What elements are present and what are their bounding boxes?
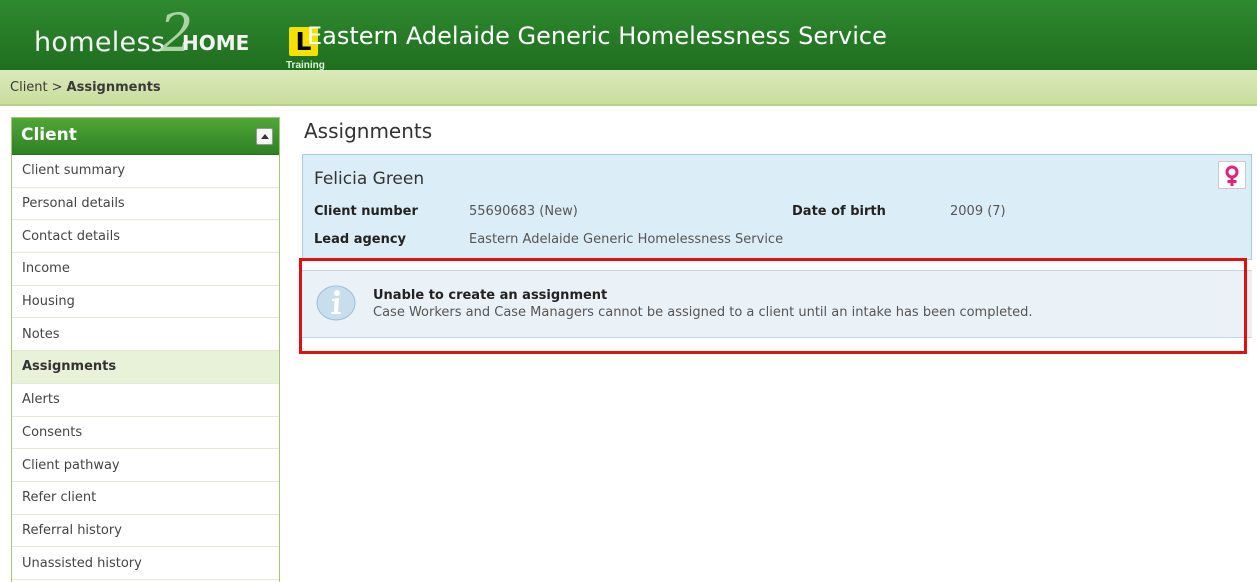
lead-agency-value: Eastern Adelaide Generic Homelessness Se… (469, 232, 784, 247)
sidebar-item-refer-client[interactable]: Refer client (12, 481, 279, 515)
logo-text-home: HOME (182, 31, 250, 55)
sidebar-item-contact-details[interactable]: Contact details (12, 220, 279, 254)
breadcrumb-bar: Client > Assignments (0, 70, 1257, 106)
sidebar-item-personal-details[interactable]: Personal details (12, 187, 279, 221)
client-sidebar: Client Client summary Personal details C… (11, 117, 280, 582)
highlight-box (299, 258, 1247, 354)
collapse-arrow-icon[interactable] (256, 128, 273, 145)
breadcrumb-separator: > (51, 80, 63, 95)
sidebar-header: Client (12, 118, 279, 155)
lead-agency-label: Lead agency (314, 232, 407, 247)
sidebar-title: Client (21, 125, 77, 145)
sidebar-item-assignments[interactable]: Assignments (12, 351, 279, 384)
sidebar-item-client-pathway[interactable]: Client pathway (12, 449, 279, 482)
date-of-birth-value: 2009 (7) (950, 204, 1006, 219)
sidebar-item-unassisted-history[interactable]: Unassisted history (12, 547, 279, 580)
sidebar-item-notes[interactable]: Notes (12, 318, 279, 352)
sidebar-item-consents[interactable]: Consents (12, 416, 279, 450)
client-number-value: 55690683 (New) (469, 204, 578, 219)
sidebar-item-referral-history[interactable]: Referral history (12, 514, 279, 548)
sidebar-item-client-summary[interactable]: Client summary (12, 155, 279, 188)
logo-text-homeless: homeless (34, 27, 166, 58)
app-header: homeless 2 HOME L Training Eastern Adela… (0, 0, 1257, 71)
client-name: Felicia Green (314, 169, 425, 189)
date-of-birth-label: Date of birth (792, 204, 886, 219)
sidebar-item-housing[interactable]: Housing (12, 285, 279, 319)
breadcrumb-current: Assignments (66, 80, 161, 95)
client-summary-card: Felicia Green Client number 55690683 (Ne… (302, 154, 1252, 260)
sidebar-item-income[interactable]: Income (12, 253, 279, 286)
client-number-label: Client number (314, 204, 418, 219)
breadcrumb-link-client[interactable]: Client (10, 80, 48, 95)
organisation-title: Eastern Adelaide Generic Homelessness Se… (307, 22, 887, 50)
page-title: Assignments (304, 119, 433, 143)
female-icon (1218, 161, 1246, 189)
breadcrumb: Client > Assignments (10, 80, 161, 95)
sidebar-item-alerts[interactable]: Alerts (12, 383, 279, 417)
